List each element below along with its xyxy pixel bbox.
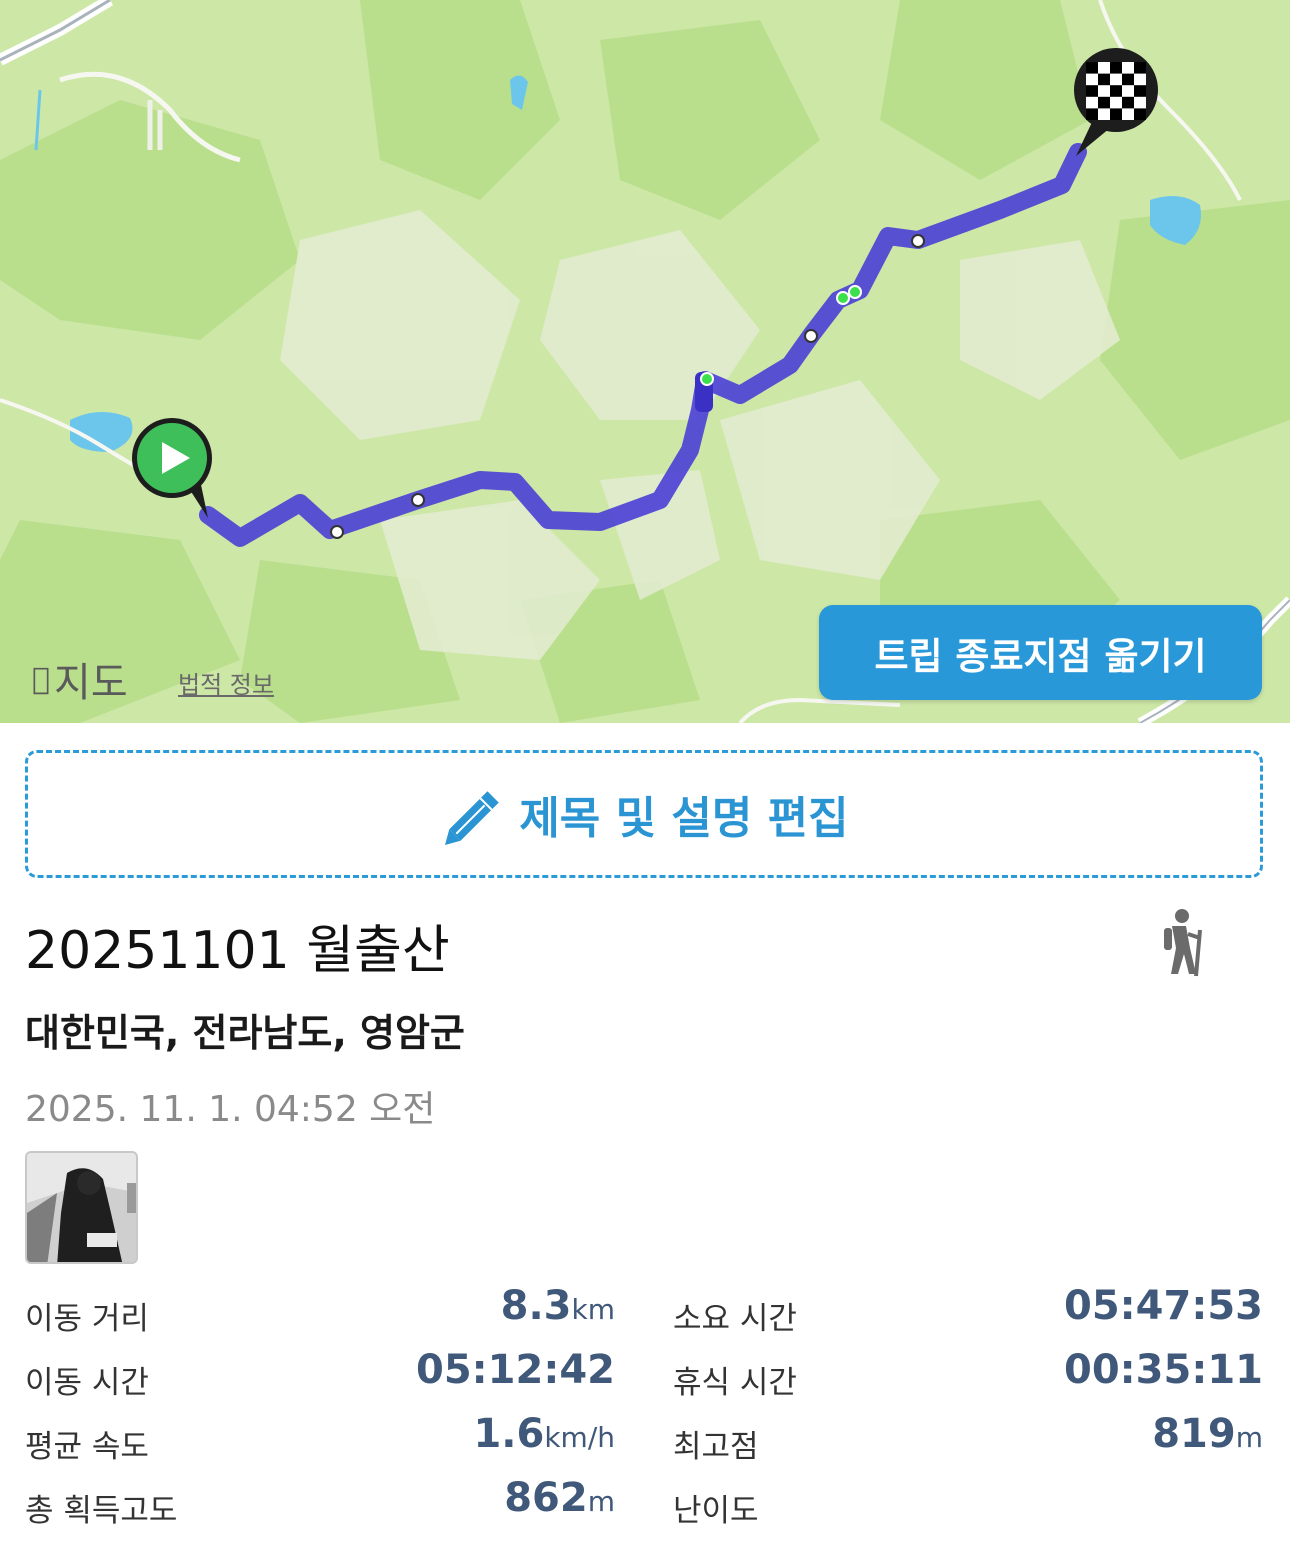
edit-title-description-button[interactable]: 제목 및 설명 편집 [25, 750, 1263, 878]
stat-label: 휴식 시간 [673, 1365, 797, 1401]
maps-logo-text: 지도 [36, 660, 128, 706]
stat-row: 최고점 819m [673, 1411, 1263, 1467]
stat-label: 평균 속도 [25, 1429, 149, 1465]
trip-datetime: 2025. 11. 1. 04:52 오전 [25, 1089, 436, 1130]
trip-title: 20251101 월출산 [25, 921, 450, 981]
stat-value: 862m [504, 1475, 615, 1521]
hiker-icon [1160, 908, 1208, 982]
apple-icon:  [32, 662, 50, 697]
stat-label: 총 획득고도 [25, 1493, 178, 1529]
stat-row: 총 획득고도 862m [25, 1475, 615, 1531]
map-view[interactable]:  지도 법적 정보 트립 종료지점 옮기기 [0, 0, 1290, 723]
stat-row: 소요 시간 05:47:53 [673, 1283, 1263, 1339]
edit-button-label: 제목 및 설명 편집 [519, 793, 849, 844]
pencil-icon [445, 791, 500, 845]
trip-location: 대한민국, 전라남도, 영암군 [25, 1011, 465, 1055]
stat-label: 최고점 [673, 1429, 759, 1465]
legal-info-link[interactable]: 법적 정보 [178, 665, 274, 700]
stat-value: 05:12:42 [416, 1347, 615, 1393]
trip-photo-thumbnail[interactable] [25, 1151, 138, 1264]
stat-row: 휴식 시간 00:35:11 [673, 1347, 1263, 1403]
stat-value: 05:47:53 [1064, 1283, 1263, 1329]
stat-value: 8.3km [500, 1283, 615, 1329]
stat-label: 소요 시간 [673, 1301, 797, 1337]
stat-row: 이동 거리 8.3km [25, 1283, 615, 1339]
stat-row: 평균 속도 1.6km/h [25, 1411, 615, 1467]
stat-label: 난이도 [673, 1493, 759, 1529]
stat-value: 1.6km/h [473, 1411, 615, 1457]
stat-row: 이동 시간 05:12:42 [25, 1347, 615, 1403]
stat-value: 00:35:11 [1064, 1347, 1263, 1393]
move-trip-end-button[interactable]: 트립 종료지점 옮기기 [819, 605, 1262, 700]
stat-row: 난이도 [673, 1475, 1263, 1531]
stat-value: 819m [1152, 1411, 1263, 1457]
stat-label: 이동 시간 [25, 1365, 149, 1401]
stat-label: 이동 거리 [25, 1301, 149, 1337]
apple-maps-logo:  지도 [32, 650, 128, 708]
